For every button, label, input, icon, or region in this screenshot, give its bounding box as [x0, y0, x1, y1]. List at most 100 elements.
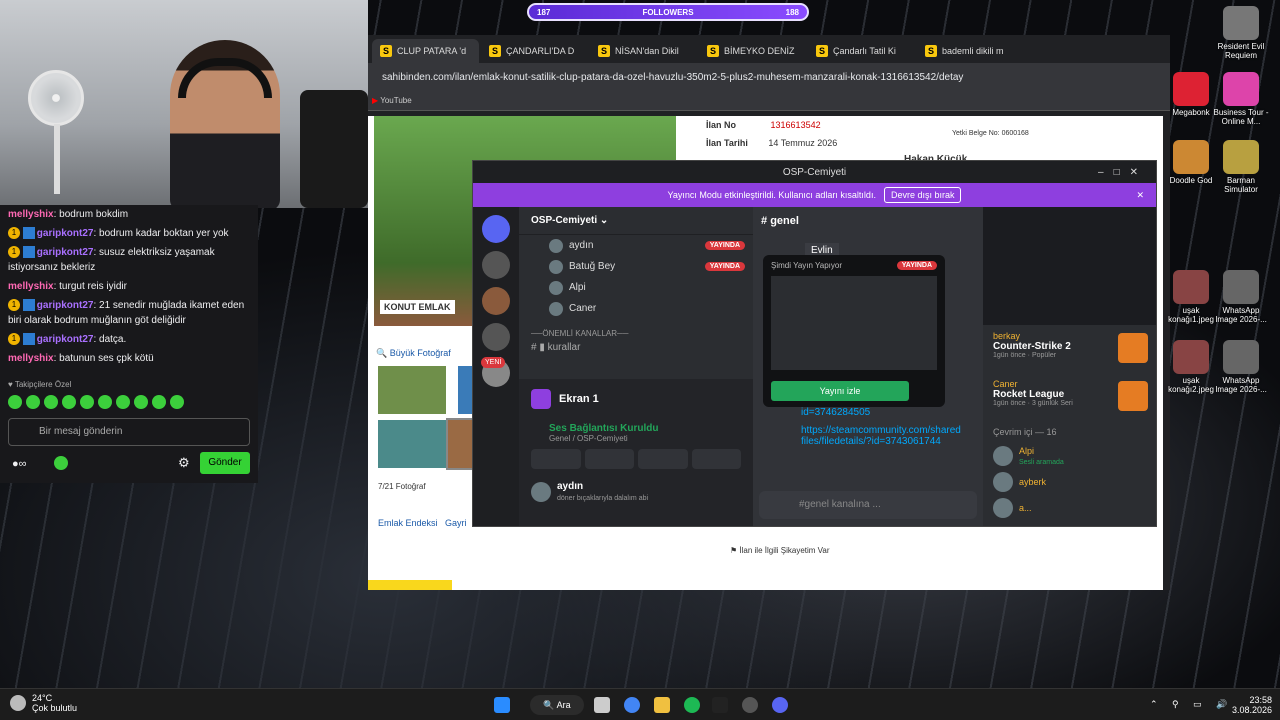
- weather-widget[interactable]: 24°C Çok bulutlu: [10, 693, 77, 713]
- server-icon[interactable]: [482, 287, 510, 315]
- xbox-icon[interactable]: [54, 456, 68, 470]
- chat-username[interactable]: mellyshix: [8, 353, 54, 364]
- live-badge: YAYINDA: [704, 241, 745, 250]
- activities-button[interactable]: [638, 449, 688, 469]
- discord-window: OSP-Cemiyeti –□✕ Yayıncı Modu etkinleşti…: [472, 160, 1157, 527]
- online-count: Çevrim içi — 16: [993, 427, 1057, 437]
- discord-home-icon[interactable]: [482, 215, 510, 243]
- chat-username[interactable]: garipkont27: [37, 247, 94, 258]
- activity-sidebar: berkay Counter-Strike 2 1gün önce · Popüle…: [983, 207, 1156, 526]
- voice-controls: [519, 449, 753, 469]
- message-link-2[interactable]: https://steamcommunity.com/sharedfiles/f…: [801, 425, 961, 447]
- browser-tab[interactable]: S CLUP PATARA 'd: [372, 39, 479, 63]
- chat-username[interactable]: garipkont27: [37, 334, 94, 345]
- voice-member[interactable]: Batuğ Bey YAYINDA: [519, 256, 753, 277]
- screen-share-button[interactable]: [584, 449, 634, 469]
- sahibinden-icon: S: [489, 45, 501, 57]
- chat-username[interactable]: mellyshix: [8, 209, 54, 220]
- steam-icon[interactable]: [742, 697, 758, 713]
- stream-preview-popup: Şimdi Yayın Yapıyor YAYINDA Yayını izle: [763, 255, 945, 407]
- camera-button[interactable]: [531, 449, 581, 469]
- taskbar: 24°C Çok bulutlu 🔍 Ara ⌃ ⚲ ▭ 🔊 23:58 3.08.…: [0, 688, 1280, 720]
- sub-badge-icon: 1: [8, 333, 20, 346]
- online-member[interactable]: Alpi Sesli aramada: [983, 443, 1156, 469]
- member-avatar: [549, 301, 563, 316]
- message-link-1[interactable]: id=3746284505: [801, 407, 961, 418]
- member-avatar: [549, 238, 563, 253]
- app-icon: [1173, 140, 1209, 174]
- browser-tab[interactable]: S BİMEYKO DENİZ: [699, 39, 806, 63]
- settings-gear-icon[interactable]: ⚙: [178, 455, 190, 471]
- desktop-icon[interactable]: WhatsApp Image 2026-...: [1212, 340, 1270, 394]
- chat-username[interactable]: garipkont27: [37, 228, 94, 239]
- fan-image: [28, 70, 84, 126]
- system-tray[interactable]: ⌃ ⚲ ▭ 🔊: [1150, 699, 1233, 710]
- discord-icon[interactable]: [772, 697, 788, 713]
- streamer-mode-banner: Yayıncı Modu etkinleştirildi. Kullanıcı …: [473, 183, 1156, 207]
- channel-kurallar[interactable]: # ▮ kurallar: [519, 340, 753, 355]
- browser-tab[interactable]: S NİSAN'dan Dikil: [590, 39, 697, 63]
- voice-member[interactable]: aydın YAYINDA: [519, 235, 753, 256]
- app-icon: [1223, 6, 1259, 40]
- emote-bar[interactable]: [8, 395, 184, 409]
- address-bar[interactable]: sahibinden.com/ilan/emlak-konut-satilik-…: [368, 63, 1170, 91]
- desktop-icon[interactable]: Business Tour - Online M...: [1212, 72, 1270, 126]
- chat-message: mellyshix: turgut reis iyidir: [8, 281, 127, 292]
- chat-text: batunun ses çpk kötü: [59, 353, 154, 364]
- verified-badge-icon: [22, 227, 35, 240]
- send-button[interactable]: Gönder: [200, 452, 250, 474]
- chat-message: mellyshix: bodrum bokdim: [8, 209, 129, 220]
- stream-preview: [771, 276, 937, 370]
- online-member[interactable]: ayberk: [983, 469, 1156, 495]
- server-name[interactable]: OSP-Cemiyeti ⌄: [519, 207, 753, 235]
- spotify-icon[interactable]: [684, 697, 700, 713]
- task-view-icon[interactable]: [594, 697, 610, 713]
- complaint-link[interactable]: ⚑ İlan ile İlgili Şikayetim Var: [730, 546, 830, 555]
- user-panel[interactable]: aydın döner bıçaklarıyla dalalım abi: [519, 469, 753, 515]
- chair-image: [300, 90, 368, 208]
- footer-links[interactable]: Emlak Endeksi Gayri: [378, 518, 467, 528]
- browser-tab[interactable]: Sbademli dikili m: [917, 39, 1024, 63]
- browser-tab[interactable]: S ÇANDARLI'DA D: [481, 39, 588, 63]
- voice-member[interactable]: Caner: [519, 298, 753, 319]
- voice-member[interactable]: Alpi: [519, 277, 753, 298]
- chat-username[interactable]: mellyshix: [8, 281, 54, 292]
- message-input[interactable]: #genel kanalına ...: [759, 491, 977, 519]
- chat-input[interactable]: Bir mesaj gönderin: [8, 418, 250, 446]
- listing-info: İlan No 1316613542 İlan Tarihi 14 Temmuz…: [706, 120, 838, 148]
- window-controls[interactable]: –□✕: [1098, 167, 1148, 178]
- screen-share-item[interactable]: Ekran 1: [519, 379, 753, 419]
- search-button[interactable]: 🔍 Ara: [530, 695, 584, 715]
- close-banner-icon[interactable]: ✕: [1136, 190, 1144, 201]
- agency-logo: KONUT EMLAK: [380, 300, 455, 314]
- start-icon[interactable]: [494, 697, 510, 713]
- soundboard-button[interactable]: [691, 449, 741, 469]
- desktop-icon[interactable]: WhatsApp Image 2026-...: [1212, 270, 1270, 324]
- chrome-icon[interactable]: [624, 697, 640, 713]
- chat-username[interactable]: garipkont27: [37, 300, 94, 311]
- big-photo-link[interactable]: 🔍 Büyük Fotoğraf: [376, 348, 451, 359]
- url-text[interactable]: sahibinden.com/ilan/emlak-konut-satilik-…: [382, 72, 963, 83]
- online-member[interactable]: a...: [983, 495, 1156, 521]
- browser-tab[interactable]: S Çandarlı Tatil Ki: [808, 39, 915, 63]
- file-explorer-icon[interactable]: [654, 697, 670, 713]
- activity-card[interactable]: berkay Counter-Strike 2 1gün önce · Popüle…: [983, 325, 1156, 373]
- sub-badge-icon: 1: [8, 246, 20, 259]
- discord-title: OSP-Cemiyeti: [782, 166, 847, 178]
- disable-streamer-mode-button[interactable]: Devre dışı bırak: [883, 187, 962, 203]
- bookmark-youtube[interactable]: ▶ YouTube: [372, 96, 412, 105]
- chat-text: datça.: [99, 334, 127, 345]
- category-label[interactable]: ──ÖNEMLİ KANALLAR──: [519, 319, 753, 340]
- points-icon[interactable]: ●∞: [12, 458, 27, 470]
- stream-thumbnail[interactable]: [983, 207, 1156, 325]
- desktop-icon[interactable]: Resident Evil Requiem: [1212, 6, 1270, 60]
- activity-card[interactable]: Caner Rocket League 1gün önce · 3 günlük S…: [983, 373, 1156, 421]
- server-icon[interactable]: [482, 323, 510, 351]
- clock[interactable]: 23:58 3.08.2026: [1228, 695, 1272, 715]
- watch-stream-button[interactable]: Yayını izle: [771, 381, 909, 401]
- photo-counter: 7/21 Fotoğraf: [378, 482, 426, 491]
- followers-goal-bar: 187 FOLLOWERS 188: [527, 3, 809, 21]
- desktop-icon[interactable]: Barman Simulator: [1212, 140, 1270, 194]
- terminal-icon[interactable]: [712, 697, 728, 713]
- server-icon[interactable]: [482, 251, 510, 279]
